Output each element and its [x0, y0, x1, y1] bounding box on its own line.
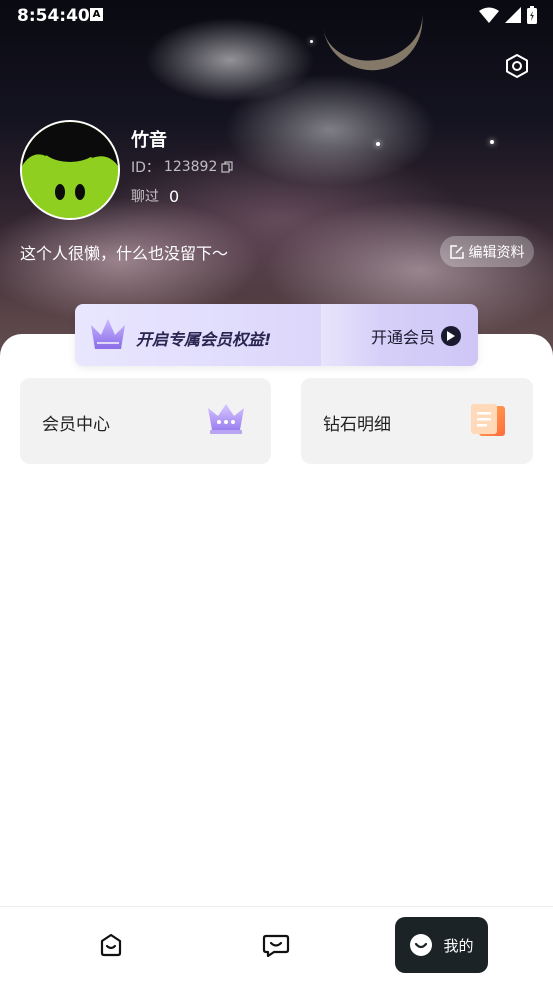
mine-face-icon — [410, 934, 433, 956]
home-face-icon — [100, 933, 122, 957]
tab-mine[interactable]: 我的 — [395, 917, 488, 973]
tab-home[interactable] — [95, 929, 127, 961]
tab-mine-label: 我的 — [443, 936, 474, 955]
tab-messages[interactable] — [260, 929, 292, 961]
vip-center-label: 会员中心 — [42, 415, 110, 435]
battery-icon — [527, 6, 537, 24]
wifi-icon — [479, 7, 499, 23]
star-decoration — [310, 40, 313, 43]
user-id-value: 123892 — [163, 159, 218, 175]
status-time: 8:54:40 — [17, 6, 90, 26]
avatar-character-icon — [22, 122, 118, 218]
signal-icon — [505, 7, 521, 23]
user-id-row: ID： 123892 — [131, 157, 233, 177]
vip-crown-icon — [91, 319, 125, 349]
chat-count: 0 — [169, 186, 180, 206]
edit-profile-label: 编辑资料 — [468, 244, 525, 261]
vip-banner-text: 开启专属会员权益! — [136, 330, 272, 349]
user-bio: 这个人很懒，什么也没留下～ — [20, 244, 229, 263]
edit-icon — [449, 244, 464, 259]
message-face-icon — [262, 934, 290, 957]
clipboard-icon — [471, 404, 505, 436]
status-icons — [479, 6, 537, 24]
star-decoration — [490, 140, 494, 144]
diamond-details-label: 钻石明细 — [323, 415, 391, 435]
star-decoration — [376, 142, 380, 146]
bottom-tab-bar: 我的 — [0, 906, 553, 985]
chat-count-row: 聊过 0 — [131, 186, 179, 206]
edit-profile-button[interactable]: 编辑资料 — [440, 236, 534, 267]
user-id-label: ID： — [131, 160, 160, 176]
vip-banner[interactable]: 开启专属会员权益! 开通会员 — [75, 304, 478, 366]
open-vip-label: 开通会员 — [371, 328, 436, 347]
notification-a-icon: A — [90, 8, 103, 21]
vip-center-card[interactable]: 会员中心 — [20, 378, 271, 464]
settings-button[interactable] — [501, 50, 533, 82]
open-vip-button[interactable]: 开通会员 — [371, 324, 462, 348]
copy-icon[interactable] — [221, 161, 233, 173]
crown-icon — [208, 404, 244, 434]
settings-hexagon-icon — [506, 54, 528, 78]
chat-label: 聊过 — [131, 189, 159, 205]
play-icon — [441, 326, 462, 346]
avatar[interactable] — [20, 120, 120, 220]
username: 竹音 — [131, 130, 167, 151]
status-bar: 8:54:40 A — [0, 0, 553, 32]
diamond-details-card[interactable]: 钻石明细 — [301, 378, 533, 464]
